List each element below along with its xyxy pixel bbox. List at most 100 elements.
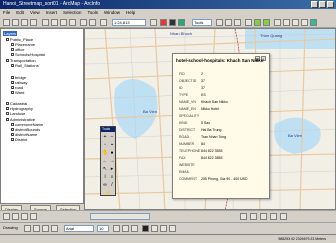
drawing-label[interactable]: Drawing [3,225,18,230]
layout-tool-icon[interactable] [240,213,247,220]
select-elements-icon[interactable] [24,225,31,232]
layout-view-icon[interactable] [3,213,10,220]
toc-layer[interactable]: Ward [11,90,24,95]
rotate-icon[interactable] [33,225,40,232]
toc-root-layers[interactable]: Layers [3,31,18,36]
zoom-in-tool-icon[interactable]: + [102,134,108,140]
redo-icon[interactable] [89,19,96,26]
marker-color-icon[interactable] [169,225,176,232]
scale-combo[interactable]: 1:24,813 [112,19,146,26]
menu-selection[interactable]: Selection [63,9,82,17]
measure-icon[interactable] [301,19,308,26]
binoculars-icon[interactable]: ∞ [102,182,108,188]
info-icon[interactable] [283,19,290,26]
print-icon[interactable] [30,19,37,26]
find-icon[interactable] [292,19,299,26]
select-features-icon[interactable] [274,19,281,26]
fixed-zoom-in-icon[interactable]: ▫ [102,142,108,148]
tools-window[interactable]: Tools + − ▫ ▪ ✋ ● ← → ↖ ▸ i ⌕ ∞ / ⚡ [100,126,116,196]
line-color-icon[interactable] [160,225,167,232]
identify-popup[interactable]: ▾ × hotel-school-hospitals: Khach San Ni… [172,53,270,199]
menu-window[interactable]: Window [104,9,120,17]
menu-file[interactable]: File [3,9,10,17]
menu-insert[interactable]: Insert [46,9,57,17]
menu-edit[interactable]: Edit [16,9,24,17]
open-icon[interactable] [12,19,19,26]
back-icon[interactable] [254,19,261,26]
underline-icon[interactable] [131,225,138,232]
popup-title: hotel-school-hospitals: Khach San Nikko [176,58,264,63]
status-bar: 588253.92 2324679.23 Meters [0,234,336,242]
menu-view[interactable]: View [30,9,40,17]
forward-extent-icon[interactable]: → [109,158,115,164]
find-tool-icon[interactable]: ⌕ [109,174,115,180]
minimize-button[interactable] [311,1,318,8]
new-icon[interactable] [3,19,10,26]
full-extent-icon[interactable] [245,19,252,26]
zoom-out-tool-icon[interactable]: − [109,134,115,140]
globe-tool-icon[interactable]: ● [109,150,115,156]
popup-row: DISTRICT Hai Ba Trung [179,128,222,132]
forward-icon[interactable] [263,19,270,26]
delete-icon[interactable] [69,19,76,26]
fixed-zoom-icon[interactable] [234,19,241,26]
add-data-icon[interactable] [100,19,107,26]
close-button[interactable] [327,1,334,8]
measure-tool-icon[interactable]: / [109,182,115,188]
layout-tool-icon[interactable] [270,213,277,220]
layout-combo[interactable] [90,213,150,220]
select-tool-icon[interactable]: ↖ [102,166,108,172]
popup-row: NUMBER 84 [179,142,205,146]
maximize-button[interactable] [319,1,326,8]
pause-drawing-icon[interactable] [30,213,37,220]
identify-icon[interactable] [160,19,167,26]
copy-icon[interactable] [51,19,58,26]
identify-tool-icon[interactable]: i [102,174,108,180]
popup-row: TYPE KS [179,93,206,97]
rectangle-icon[interactable] [42,225,49,232]
italic-icon[interactable] [122,225,129,232]
toc-layer[interactable]: Schools/Hospital [11,52,45,57]
zoom-in-icon[interactable] [216,19,223,26]
menu-help[interactable]: Help [126,9,135,17]
layer-combo[interactable]: Tools [192,19,212,26]
save-icon[interactable] [21,19,28,26]
select-elements-icon[interactable]: ▸ [109,166,115,172]
font-size-combo[interactable]: 10 [97,225,109,232]
popup-row: COMMENT 255 Phong, Gia 90 - 400 USD [179,177,248,181]
map-label: Ba Vien [143,109,157,114]
layout-tool-icon[interactable] [280,213,287,220]
cut-icon[interactable] [42,19,49,26]
hyperlink-tool-icon[interactable]: ⚡ [105,190,111,196]
menu-tools[interactable]: Tools [88,9,99,17]
text-icon[interactable] [51,225,58,232]
font-combo[interactable]: Arial [64,225,94,232]
data-view-icon[interactable] [12,213,19,220]
pan-tool-icon[interactable]: ✋ [102,150,108,156]
toc-layer[interactable]: Rail_Stations [11,63,39,68]
popup-row: FAX 844 822 3555 [179,156,223,160]
toc-layer[interactable]: District [11,137,27,142]
popup-row: WEBSITE [179,163,195,167]
fixed-zoom-out-icon[interactable]: ▪ [109,142,115,148]
popup-row: KIND 5 Sao [179,121,211,125]
toc-group[interactable]: Landuse [6,111,25,116]
fill-color-icon[interactable] [151,225,158,232]
globe-icon[interactable] [178,19,185,26]
font-color-icon[interactable] [142,225,149,232]
hyperlink-icon[interactable] [310,19,317,26]
back-extent-icon[interactable]: ← [102,158,108,164]
popup-row: FID 2 [179,72,203,76]
editor-icon[interactable] [150,19,157,26]
standard-toolbar: 1:24,813 Tools [0,17,336,28]
bold-icon[interactable] [113,225,120,232]
zoom-out-icon[interactable] [225,19,232,26]
popup-row: EMAIL [179,170,190,174]
layout-tool-icon[interactable] [250,213,257,220]
undo-icon[interactable] [80,19,87,26]
layout-tool-icon[interactable] [260,213,267,220]
refresh-icon[interactable] [21,213,28,220]
paste-icon[interactable] [60,19,67,26]
pan-icon[interactable] [169,19,176,26]
map-label: Ba Vien [288,133,302,138]
